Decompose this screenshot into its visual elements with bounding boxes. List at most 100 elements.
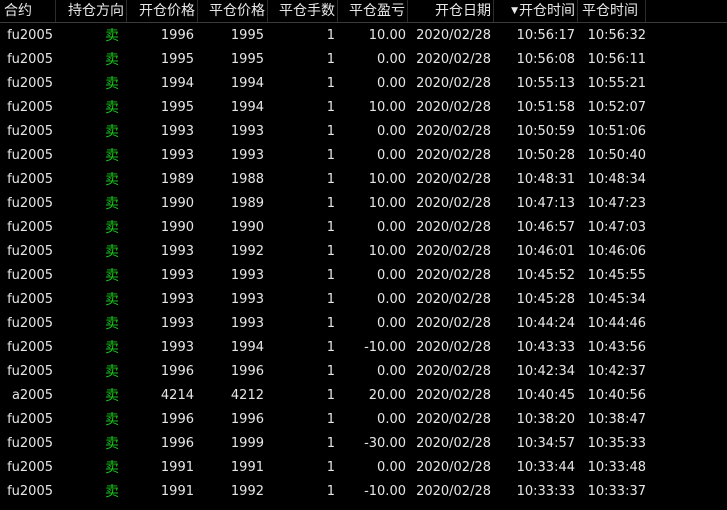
cell-close-price: 1996 xyxy=(230,364,264,379)
table-row[interactable]: fu2005 卖 1989 1988 1 10.00 2020/02/28 10:48:31 1… xyxy=(0,168,727,192)
cell-close-time: 10:33:48 xyxy=(587,460,646,475)
cell-open-price: 1995 xyxy=(160,100,194,115)
direction-label: 卖 xyxy=(105,76,119,92)
cell-profit-loss: 0.00 xyxy=(377,124,406,139)
cell-open-date: 2020/02/28 xyxy=(416,292,491,307)
cell-open-date: 2020/02/28 xyxy=(416,124,491,139)
cell-close-price: 1994 xyxy=(230,340,264,355)
direction-label: 卖 xyxy=(105,100,119,116)
cell-open-date: 2020/02/28 xyxy=(416,364,491,379)
cell-profit-loss: 0.00 xyxy=(377,220,406,235)
cell-close-price: 1994 xyxy=(230,76,264,91)
cell-direction: 卖 xyxy=(56,312,122,336)
table-row[interactable]: fu2005 卖 1990 1990 1 0.00 2020/02/28 10:46:57 10… xyxy=(0,216,727,240)
cell-close-time: 10:46:06 xyxy=(587,244,646,259)
cell-profit-loss: 0.00 xyxy=(377,52,406,67)
table-row[interactable]: fu2005 卖 1995 1994 1 10.00 2020/02/28 10:51:58 1… xyxy=(0,96,727,120)
cell-contract: fu2005 xyxy=(7,76,53,91)
direction-label: 卖 xyxy=(105,388,119,404)
table-row[interactable]: fu2005 卖 1993 1994 1 -10.00 2020/02/28 10:43:33… xyxy=(0,336,727,360)
cell-open-time: 10:38:20 xyxy=(516,412,575,427)
cell-close-lots: 1 xyxy=(326,220,335,235)
cell-close-lots: 1 xyxy=(326,244,335,259)
cell-close-time: 10:50:40 xyxy=(587,148,646,163)
column-header-close-price[interactable]: 平仓价格 xyxy=(198,0,268,22)
cell-direction: 卖 xyxy=(56,456,122,480)
table-body: fu2005 卖 1996 1995 1 10.00 2020/02/28 10:56:17 1… xyxy=(0,24,727,504)
cell-open-date: 2020/02/28 xyxy=(416,484,491,499)
column-header-profit-loss[interactable]: 平仓盈亏 xyxy=(338,0,408,22)
table-row[interactable]: fu2005 卖 1996 1995 1 10.00 2020/02/28 10:56:17 1… xyxy=(0,24,727,48)
cell-open-date: 2020/02/28 xyxy=(416,28,491,43)
cell-contract: fu2005 xyxy=(7,172,53,187)
table-row[interactable]: fu2005 卖 1994 1994 1 0.00 2020/02/28 10:55:13 10… xyxy=(0,72,727,96)
table-row[interactable]: fu2005 卖 1993 1993 1 0.00 2020/02/28 10:50:59 10… xyxy=(0,120,727,144)
column-header-close-lots[interactable]: 平仓手数 xyxy=(268,0,338,22)
cell-close-lots: 1 xyxy=(326,124,335,139)
cell-close-lots: 1 xyxy=(326,148,335,163)
cell-close-time: 10:35:33 xyxy=(587,436,646,451)
table-row[interactable]: fu2005 卖 1993 1992 1 10.00 2020/02/28 10:46:01 1… xyxy=(0,240,727,264)
cell-direction: 卖 xyxy=(56,336,122,360)
cell-contract: fu2005 xyxy=(7,484,53,499)
cell-open-price: 1996 xyxy=(160,28,194,43)
cell-open-time: 10:34:57 xyxy=(516,436,575,451)
cell-open-time: 10:33:44 xyxy=(516,460,575,475)
cell-direction: 卖 xyxy=(56,72,122,96)
cell-contract: fu2005 xyxy=(7,340,53,355)
direction-label: 卖 xyxy=(105,292,119,308)
trade-history-table: 合约 持仓方向 开仓价格 平仓价格 平仓手数 平仓盈亏 开仓日期 ▼开仓时间 平… xyxy=(0,0,727,510)
cell-profit-loss: 10.00 xyxy=(368,172,406,187)
cell-open-price: 1994 xyxy=(160,76,194,91)
cell-close-time: 10:45:55 xyxy=(587,268,646,283)
cell-direction: 卖 xyxy=(56,480,122,504)
cell-close-lots: 1 xyxy=(326,388,335,403)
cell-close-lots: 1 xyxy=(326,484,335,499)
cell-open-time: 10:45:28 xyxy=(516,292,575,307)
cell-open-price: 1991 xyxy=(160,484,194,499)
cell-contract: fu2005 xyxy=(7,244,53,259)
cell-open-price: 1993 xyxy=(160,340,194,355)
cell-contract: fu2005 xyxy=(7,52,53,67)
table-row[interactable]: fu2005 卖 1990 1989 1 10.00 2020/02/28 10:47:13 1… xyxy=(0,192,727,216)
table-row[interactable]: fu2005 卖 1995 1995 1 0.00 2020/02/28 10:56:08 10… xyxy=(0,48,727,72)
cell-close-time: 10:47:03 xyxy=(587,220,646,235)
cell-direction: 卖 xyxy=(56,384,122,408)
cell-open-price: 1995 xyxy=(160,52,194,67)
cell-close-time: 10:47:23 xyxy=(587,196,646,211)
cell-direction: 卖 xyxy=(56,96,122,120)
cell-close-time: 10:40:56 xyxy=(587,388,646,403)
table-row[interactable]: fu2005 卖 1996 1999 1 -30.00 2020/02/28 10:34:57… xyxy=(0,432,727,456)
cell-close-time: 10:43:56 xyxy=(587,340,646,355)
cell-close-time: 10:51:06 xyxy=(587,124,646,139)
column-header-close-time[interactable]: 平仓时间 xyxy=(578,0,646,22)
cell-open-time: 10:47:13 xyxy=(516,196,575,211)
table-row[interactable]: fu2005 卖 1996 1996 1 0.00 2020/02/28 10:42:34 10… xyxy=(0,360,727,384)
cell-close-price: 1996 xyxy=(230,412,264,427)
table-row[interactable]: fu2005 卖 1996 1996 1 0.00 2020/02/28 10:38:20 10… xyxy=(0,408,727,432)
column-header-open-price[interactable]: 开仓价格 xyxy=(127,0,198,22)
column-header-open-time[interactable]: ▼开仓时间 xyxy=(494,0,578,22)
cell-close-lots: 1 xyxy=(326,412,335,427)
cell-direction: 卖 xyxy=(56,240,122,264)
table-row[interactable]: fu2005 卖 1993 1993 1 0.00 2020/02/28 10:45:52 10… xyxy=(0,264,727,288)
cell-direction: 卖 xyxy=(56,144,122,168)
table-row[interactable]: fu2005 卖 1991 1992 1 -10.00 2020/02/28 10:33:33… xyxy=(0,480,727,504)
cell-open-time: 10:50:59 xyxy=(516,124,575,139)
column-header-direction[interactable]: 持仓方向 xyxy=(56,0,127,22)
table-row[interactable]: fu2005 卖 1993 1993 1 0.00 2020/02/28 10:44:24 10… xyxy=(0,312,727,336)
cell-open-price: 1993 xyxy=(160,244,194,259)
cell-contract: fu2005 xyxy=(7,124,53,139)
table-row[interactable]: fu2005 卖 1991 1991 1 0.00 2020/02/28 10:33:44 10… xyxy=(0,456,727,480)
cell-open-date: 2020/02/28 xyxy=(416,76,491,91)
table-row[interactable]: fu2005 卖 1993 1993 1 0.00 2020/02/28 10:45:28 10… xyxy=(0,288,727,312)
table-row[interactable]: fu2005 卖 1993 1993 1 0.00 2020/02/28 10:50:28 10… xyxy=(0,144,727,168)
cell-open-time: 10:48:31 xyxy=(516,172,575,187)
column-header-contract[interactable]: 合约 xyxy=(0,0,56,22)
cell-profit-loss: -30.00 xyxy=(364,436,406,451)
table-row[interactable]: a2005 卖 4214 4212 1 20.00 2020/02/28 10:40:45 10… xyxy=(0,384,727,408)
cell-profit-loss: 10.00 xyxy=(368,100,406,115)
cell-open-price: 1996 xyxy=(160,364,194,379)
cell-open-price: 1990 xyxy=(160,220,194,235)
column-header-open-date[interactable]: 开仓日期 xyxy=(408,0,494,22)
